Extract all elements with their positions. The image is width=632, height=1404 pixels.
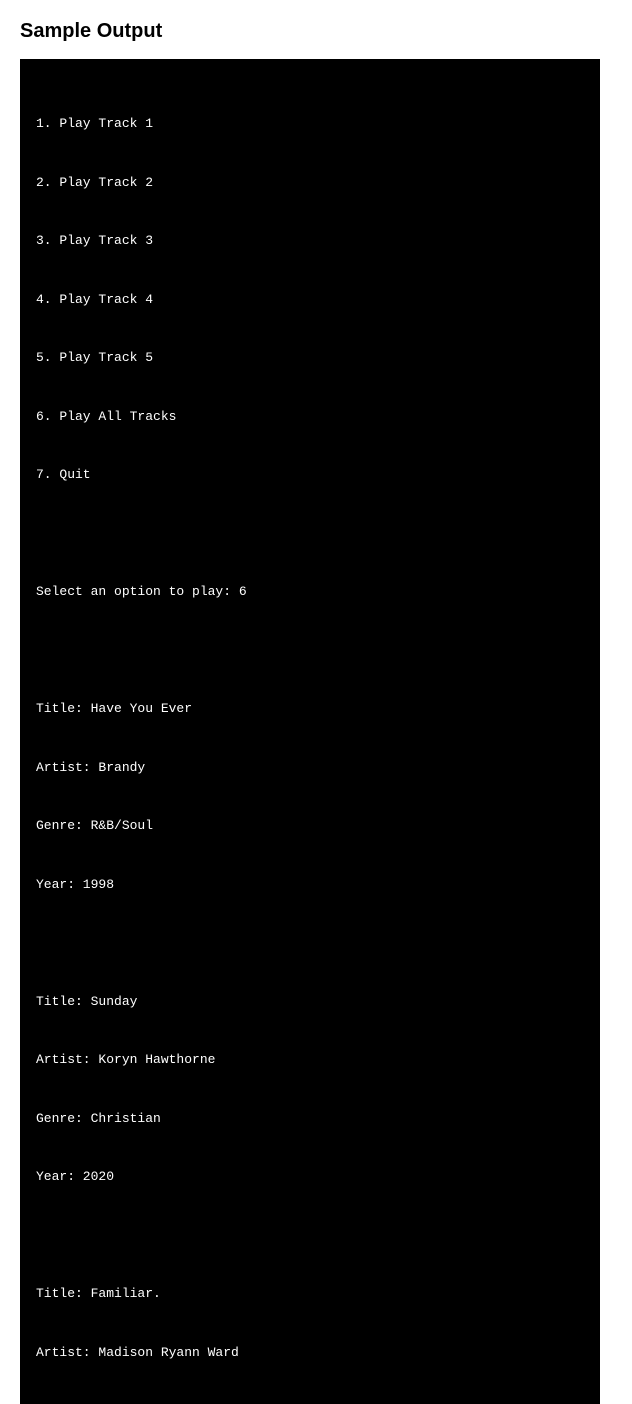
menu-item-7: 7. Quit	[36, 465, 584, 485]
prompt-line: Select an option to play: 6	[36, 582, 584, 602]
menu-item-3: 3. Play Track 3	[36, 231, 584, 251]
track1-year: Year: 1998	[36, 875, 584, 895]
track3-title: Title: Familiar.	[36, 1284, 584, 1304]
menu-item-1: 1. Play Track 1	[36, 114, 584, 134]
track2-genre: Genre: Christian	[36, 1109, 584, 1129]
blank-line-3	[36, 933, 584, 953]
track3-genre: Genre: Christian	[36, 1401, 584, 1404]
track1-artist: Artist: Brandy	[36, 758, 584, 778]
track3-artist: Artist: Madison Ryann Ward	[36, 1343, 584, 1363]
page-title: Sample Output	[20, 20, 612, 43]
track2-artist: Artist: Koryn Hawthorne	[36, 1050, 584, 1070]
menu-item-4: 4. Play Track 4	[36, 290, 584, 310]
menu-item-2: 2. Play Track 2	[36, 173, 584, 193]
track2-title: Title: Sunday	[36, 992, 584, 1012]
menu-item-5: 5. Play Track 5	[36, 348, 584, 368]
blank-line-2	[36, 641, 584, 661]
track1-genre: Genre: R&B/Soul	[36, 816, 584, 836]
track2-year: Year: 2020	[36, 1167, 584, 1187]
blank-line-1	[36, 524, 584, 544]
blank-line-4	[36, 1226, 584, 1246]
terminal-output: 1. Play Track 1 2. Play Track 2 3. Play …	[20, 59, 600, 1404]
menu-item-6: 6. Play All Tracks	[36, 407, 584, 427]
